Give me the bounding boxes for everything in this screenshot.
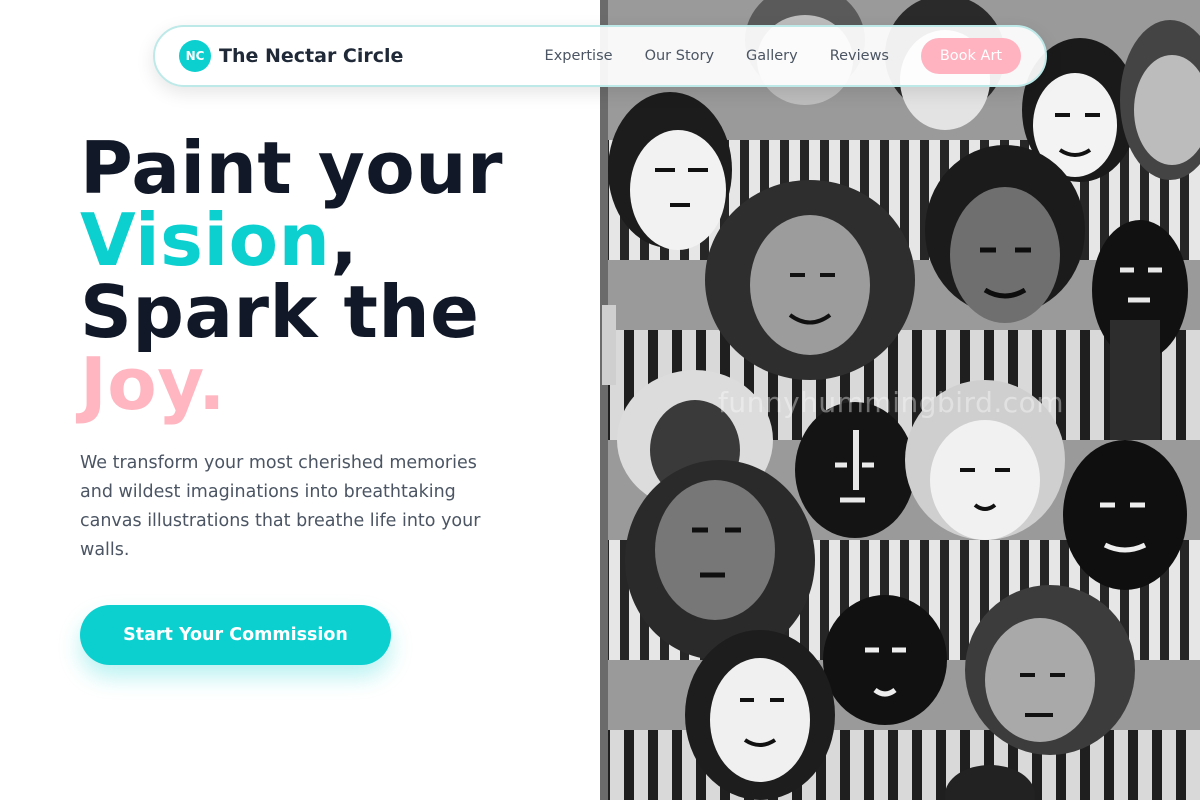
headline-line-3: Spark the bbox=[80, 270, 480, 354]
brand-name[interactable]: The Nectar Circle bbox=[219, 45, 403, 67]
headline-line-1: Paint your bbox=[80, 126, 504, 210]
nav-link-reviews[interactable]: Reviews bbox=[830, 48, 889, 64]
nav-link-expertise[interactable]: Expertise bbox=[545, 48, 613, 64]
logo-badge[interactable]: NC bbox=[179, 40, 211, 72]
hero-mural-image: funnyhummingbird.com bbox=[600, 0, 1200, 800]
top-navbar: NC The Nectar Circle Expertise Our Story… bbox=[153, 25, 1047, 87]
nav-link-our-story[interactable]: Our Story bbox=[645, 48, 714, 64]
hero-subtitle: We transform your most cherished memorie… bbox=[80, 453, 481, 560]
nav-links: Expertise Our Story Gallery Reviews Book… bbox=[545, 38, 1021, 74]
headline-line-2: Vision, bbox=[80, 204, 503, 276]
start-commission-button[interactable]: Start Your Commission bbox=[80, 605, 391, 665]
hero-headline: Paint your Vision, Spark the Joy. bbox=[80, 132, 503, 420]
image-watermark: funnyhummingbird.com bbox=[718, 386, 1065, 419]
book-art-button[interactable]: Book Art bbox=[921, 38, 1021, 74]
nav-link-gallery[interactable]: Gallery bbox=[746, 48, 798, 64]
headline-word-joy: Joy. bbox=[80, 342, 226, 426]
